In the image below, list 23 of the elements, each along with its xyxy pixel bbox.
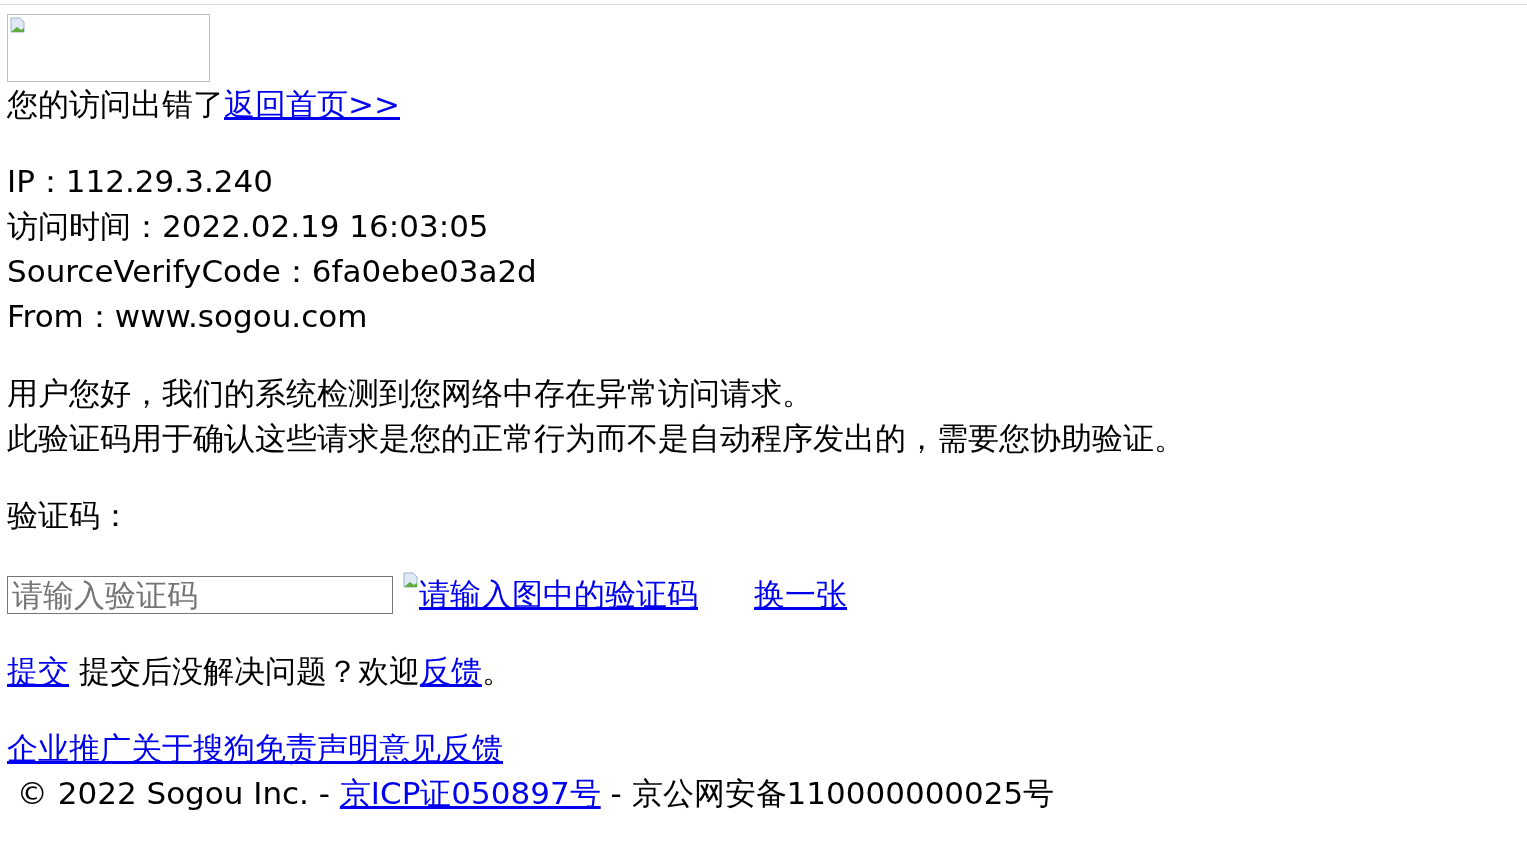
notice-text: 此验证码用于确认这些请求是您的正常行为而不是自动程序发出的，需要您协助验证。: [7, 419, 1186, 458]
footer-link[interactable]: 意见反馈: [379, 730, 503, 766]
footer-link[interactable]: 关于搜狗: [131, 730, 255, 766]
notice-text: 用户您好，我们的系统检测到您网络中存在异常访问请求。: [7, 374, 814, 413]
broken-image-icon: [403, 572, 419, 588]
footer-link[interactable]: 免责声明: [255, 730, 379, 766]
info-line: IP：112.29.3.240: [7, 162, 274, 201]
broken-image-icon: [10, 17, 26, 33]
copyright-text: © 2022 Sogou Inc. - 京ICP证050897号 - 京公网安备110000000025号: [15, 774, 1056, 813]
info-line: 访问时间：2022.02.19 16:03:05: [7, 207, 490, 246]
info-line: SourceVerifyCode：6fa0ebe03a2d: [7, 252, 538, 291]
captcha-label: 验证码：: [7, 496, 132, 535]
refresh-link[interactable]: 换一张: [754, 572, 847, 617]
feedback-link[interactable]: 反馈: [419, 653, 482, 689]
icp-link[interactable]: 京ICP证050897号: [339, 775, 601, 811]
info-line: From：www.sogou.com: [7, 297, 369, 336]
captcha-input-field[interactable]: 请输入验证码: [7, 575, 393, 614]
captcha-image-link[interactable]: 请输入图中的验证码: [419, 572, 698, 617]
help-text: 提交后没解决问题？欢迎反馈。: [78, 653, 513, 689]
footer-link[interactable]: 企业推广: [7, 730, 131, 766]
home-link[interactable]: 返回首页>>: [224, 86, 400, 122]
error-message: 您的访问出错了返回首页>>: [7, 85, 401, 124]
submit-link[interactable]: 提交: [7, 653, 69, 689]
